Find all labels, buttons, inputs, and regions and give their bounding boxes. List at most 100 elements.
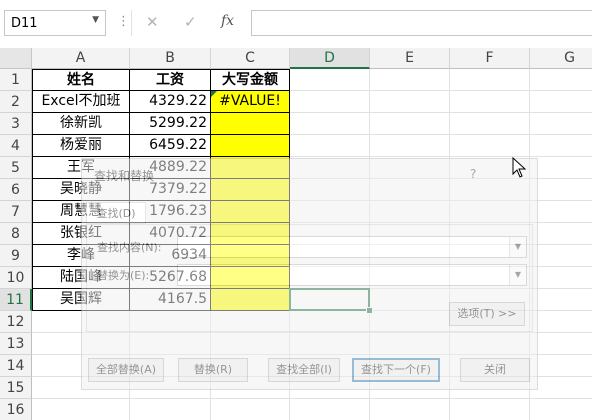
dialog-title: 查找和替换 bbox=[94, 169, 155, 183]
column-header-a[interactable]: A bbox=[32, 48, 130, 69]
cell[interactable] bbox=[450, 113, 530, 135]
cell[interactable] bbox=[530, 289, 592, 311]
divider bbox=[131, 10, 132, 36]
cell[interactable] bbox=[530, 223, 592, 245]
row-header-4[interactable]: 4 bbox=[0, 135, 32, 157]
cell[interactable] bbox=[290, 399, 370, 420]
cell[interactable] bbox=[290, 135, 370, 157]
cell[interactable] bbox=[32, 399, 130, 420]
cell[interactable] bbox=[450, 91, 530, 113]
cell[interactable] bbox=[290, 91, 370, 113]
amount-cell[interactable] bbox=[211, 135, 290, 157]
row-header-15[interactable]: 15 bbox=[0, 377, 32, 399]
column-header-g[interactable]: G bbox=[530, 48, 592, 69]
cell[interactable] bbox=[450, 399, 530, 420]
options-button[interactable]: 选项(T) >> bbox=[449, 302, 525, 326]
column-header-e[interactable]: E bbox=[370, 48, 450, 69]
cell[interactable] bbox=[450, 69, 530, 91]
row-header-6[interactable]: 6 bbox=[0, 179, 32, 201]
name-box-value: D11 bbox=[11, 16, 38, 31]
table-header-cell[interactable]: 大写金额 bbox=[211, 69, 290, 91]
cell[interactable] bbox=[211, 399, 290, 420]
find-all-button[interactable]: 查找全部(I) bbox=[268, 358, 340, 382]
chevron-down-icon[interactable]: ▼ bbox=[509, 237, 526, 257]
select-all-corner[interactable] bbox=[0, 48, 32, 69]
column-header-d[interactable]: D bbox=[290, 48, 370, 69]
cancel-icon[interactable]: ✕ bbox=[146, 13, 159, 31]
cell[interactable] bbox=[530, 245, 592, 267]
dialog-panel: 查找内容(N): ▼ 替换为(E): ▼ 选项(T) >> bbox=[86, 224, 533, 332]
error-indicator-icon[interactable] bbox=[211, 91, 217, 97]
column-header-f[interactable]: F bbox=[450, 48, 530, 69]
amount-cell[interactable] bbox=[211, 113, 290, 135]
salary-cell[interactable]: 4329.22 bbox=[130, 91, 211, 113]
cell[interactable] bbox=[530, 157, 592, 179]
excel-window: D11 ▼ ⋮ ✕ ✓ fx A B C D E F G 1 姓名 工资 大写金额 2 Excel不加班… bbox=[0, 0, 592, 420]
cell[interactable] bbox=[530, 113, 592, 135]
more-icon: ⋮ bbox=[117, 14, 130, 29]
cell[interactable] bbox=[530, 91, 592, 113]
find-replace-dialog: 查找和替换 ? 查找(D) 查找内容(N): ▼ 替换为(E): ▼ 选项(T)… bbox=[81, 158, 538, 390]
name-cell[interactable]: Excel不加班 bbox=[32, 91, 130, 113]
find-input[interactable]: ▼ bbox=[177, 236, 527, 258]
cell[interactable] bbox=[290, 69, 370, 91]
cell[interactable] bbox=[130, 399, 211, 420]
row-header-8[interactable]: 8 bbox=[0, 223, 32, 245]
cell[interactable] bbox=[370, 91, 450, 113]
column-header-b[interactable]: B bbox=[130, 48, 211, 69]
salary-cell[interactable]: 5299.22 bbox=[130, 113, 211, 135]
table-header-cell[interactable]: 姓名 bbox=[32, 69, 130, 91]
cell[interactable] bbox=[530, 267, 592, 289]
close-button[interactable]: 关闭 bbox=[460, 358, 530, 382]
cell[interactable] bbox=[290, 113, 370, 135]
cell[interactable] bbox=[370, 399, 450, 420]
row-header-5[interactable]: 5 bbox=[0, 157, 32, 179]
replace-all-button[interactable]: 全部替换(A) bbox=[88, 358, 164, 382]
cell[interactable] bbox=[530, 333, 592, 355]
row-header-14[interactable]: 14 bbox=[0, 355, 32, 377]
cell[interactable] bbox=[370, 69, 450, 91]
replace-input[interactable]: ▼ bbox=[177, 264, 527, 286]
row-header-13[interactable]: 13 bbox=[0, 333, 32, 355]
column-header-c[interactable]: C bbox=[211, 48, 290, 69]
cell[interactable] bbox=[530, 311, 592, 333]
cell[interactable] bbox=[370, 135, 450, 157]
cell[interactable] bbox=[530, 135, 592, 157]
row-header-11[interactable]: 11 bbox=[0, 289, 32, 311]
amount-cell[interactable]: #VALUE! bbox=[211, 91, 290, 113]
name-box[interactable]: D11 ▼ bbox=[4, 10, 106, 36]
chevron-down-icon[interactable]: ▼ bbox=[509, 265, 526, 285]
row-header-10[interactable]: 10 bbox=[0, 267, 32, 289]
insert-function-icon[interactable]: fx bbox=[221, 13, 234, 29]
row-header-3[interactable]: 3 bbox=[0, 113, 32, 135]
cell[interactable] bbox=[450, 135, 530, 157]
cell[interactable] bbox=[530, 377, 592, 399]
cell[interactable] bbox=[530, 69, 592, 91]
cell[interactable] bbox=[530, 355, 592, 377]
name-cell[interactable]: 杨爱丽 bbox=[32, 135, 130, 157]
replace-label: 替换为(E): bbox=[97, 269, 150, 282]
formula-bar: D11 ▼ ⋮ ✕ ✓ fx bbox=[0, 0, 592, 48]
formula-input[interactable] bbox=[251, 10, 592, 36]
tab-find[interactable]: 查找(D) bbox=[86, 202, 146, 224]
cell[interactable] bbox=[530, 201, 592, 223]
cell[interactable] bbox=[370, 113, 450, 135]
help-icon[interactable]: ? bbox=[470, 167, 476, 181]
find-next-button[interactable]: 查找下一个(F) bbox=[352, 358, 440, 382]
mouse-pointer-icon bbox=[512, 157, 527, 178]
name-cell[interactable]: 徐新凯 bbox=[32, 113, 130, 135]
cell[interactable] bbox=[530, 399, 592, 420]
row-header-12[interactable]: 12 bbox=[0, 311, 32, 333]
find-label: 查找内容(N): bbox=[97, 241, 162, 254]
table-header-cell[interactable]: 工资 bbox=[130, 69, 211, 91]
row-header-7[interactable]: 7 bbox=[0, 201, 32, 223]
row-header-16[interactable]: 16 bbox=[0, 399, 32, 420]
row-header-1[interactable]: 1 bbox=[0, 69, 32, 91]
replace-button[interactable]: 替换(R) bbox=[178, 358, 248, 382]
cell[interactable] bbox=[530, 179, 592, 201]
salary-cell[interactable]: 6459.22 bbox=[130, 135, 211, 157]
row-header-9[interactable]: 9 bbox=[0, 245, 32, 267]
enter-icon[interactable]: ✓ bbox=[184, 13, 197, 31]
chevron-down-icon[interactable]: ▼ bbox=[92, 15, 99, 25]
row-header-2[interactable]: 2 bbox=[0, 91, 32, 113]
